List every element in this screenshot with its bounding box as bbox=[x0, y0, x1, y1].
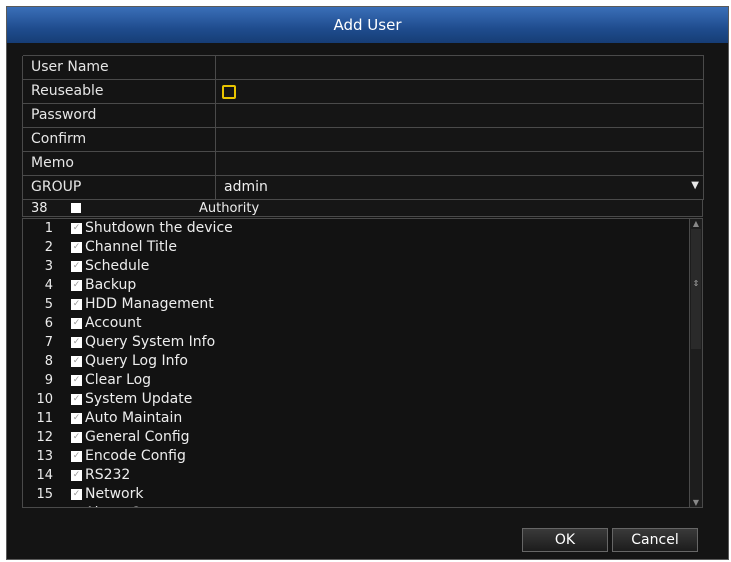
authority-row-number: 12 bbox=[36, 430, 53, 445]
authority-label: RS232 bbox=[85, 467, 131, 483]
scroll-up-icon[interactable]: ▲ bbox=[690, 219, 702, 228]
group-row: GROUP admin ▼ bbox=[23, 175, 704, 200]
authority-label: Backup bbox=[85, 277, 137, 293]
authority-checkbox[interactable]: ✓ bbox=[71, 375, 82, 386]
memo-row: Memo bbox=[23, 151, 704, 176]
scroll-grip-icon: ⇕ bbox=[692, 279, 700, 288]
authority-label: System Update bbox=[85, 391, 193, 407]
password-row: Password bbox=[23, 103, 704, 128]
select-all-checkbox[interactable] bbox=[71, 203, 81, 213]
authority-row[interactable]: 12 ✓ General Config bbox=[23, 428, 689, 447]
authority-row[interactable]: 8 ✓ Query Log Info bbox=[23, 352, 689, 371]
authority-row-number: 15 bbox=[36, 487, 53, 502]
reuseable-field bbox=[215, 80, 704, 103]
reuseable-checkbox[interactable] bbox=[222, 85, 236, 99]
authority-scrollbar[interactable]: ▲ ⇕ ▼ bbox=[689, 218, 703, 508]
authority-row[interactable]: 14 ✓ RS232 bbox=[23, 466, 689, 485]
authority-checkbox[interactable]: ✓ bbox=[71, 394, 82, 405]
authority-label: Channel Title bbox=[85, 239, 177, 255]
authority-checkbox[interactable]: ✓ bbox=[71, 451, 82, 462]
authority-checkbox[interactable]: ✓ bbox=[71, 413, 82, 424]
authority-row-number: 11 bbox=[36, 411, 53, 426]
authority-checkbox[interactable]: ✓ bbox=[71, 318, 82, 329]
authority-checkbox[interactable]: ✓ bbox=[71, 280, 82, 291]
authority-label: Alarm Out bbox=[85, 504, 156, 507]
authority-row-number: 16 bbox=[23, 504, 53, 507]
group-label: GROUP bbox=[31, 179, 82, 195]
group-select[interactable]: admin ▼ bbox=[215, 176, 704, 199]
authority-label: General Config bbox=[85, 429, 190, 445]
authority-row-number: 6 bbox=[44, 316, 53, 331]
authority-row[interactable]: 7 ✓ Query System Info bbox=[23, 333, 689, 352]
user-form: User Name Reuseable Password Confirm Mem… bbox=[22, 55, 704, 200]
password-input[interactable] bbox=[215, 104, 704, 127]
authority-label: Account bbox=[85, 315, 142, 331]
authority-row[interactable]: 4 ✓ Backup bbox=[23, 276, 689, 295]
dialog-title: Add User bbox=[7, 7, 728, 43]
memo-label: Memo bbox=[31, 155, 74, 171]
authority-row-number: 13 bbox=[36, 449, 53, 464]
authority-label: Clear Log bbox=[85, 372, 152, 388]
authority-checkbox[interactable]: ✓ bbox=[71, 432, 82, 443]
reuseable-row: Reuseable bbox=[23, 79, 704, 104]
authority-row-number: 4 bbox=[44, 278, 53, 293]
authority-row[interactable]: 6 ✓ Account bbox=[23, 314, 689, 333]
authority-checkbox[interactable]: ✓ bbox=[71, 356, 82, 367]
scroll-thumb[interactable] bbox=[691, 229, 701, 349]
authority-header: 38 Authority bbox=[22, 199, 703, 217]
authority-row[interactable]: 10 ✓ System Update bbox=[23, 390, 689, 409]
password-label: Password bbox=[31, 107, 97, 123]
authority-label: Query System Info bbox=[85, 334, 216, 350]
authority-label: Shutdown the device bbox=[85, 220, 233, 236]
authority-row-number: 10 bbox=[36, 392, 53, 407]
scroll-down-icon[interactable]: ▼ bbox=[690, 498, 702, 507]
authority-label: Schedule bbox=[85, 258, 150, 274]
authority-label: Encode Config bbox=[85, 448, 186, 464]
authority-row[interactable]: 9 ✓ Clear Log bbox=[23, 371, 689, 390]
confirm-label: Confirm bbox=[31, 131, 87, 147]
confirm-input[interactable] bbox=[215, 128, 704, 151]
authority-checkbox[interactable]: ✓ bbox=[71, 242, 82, 253]
authority-checkbox[interactable]: ✓ bbox=[71, 223, 82, 234]
authority-row-number: 7 bbox=[44, 335, 53, 350]
authority-row-number: 1 bbox=[44, 221, 53, 236]
authority-row-number: 14 bbox=[36, 468, 53, 483]
authority-checkbox[interactable]: ✓ bbox=[71, 337, 82, 348]
authority-row[interactable]: 15 ✓ Network bbox=[23, 485, 689, 504]
authority-label: Network bbox=[85, 486, 144, 502]
authority-row-number: 8 bbox=[44, 354, 53, 369]
user-name-input[interactable] bbox=[215, 56, 704, 79]
user-name-row: User Name bbox=[23, 55, 704, 80]
authority-row[interactable]: 3 ✓ Schedule bbox=[23, 257, 689, 276]
authority-checkbox[interactable]: ✓ bbox=[71, 489, 82, 500]
authority-checkbox[interactable]: ✓ bbox=[71, 261, 82, 272]
dropdown-arrow-icon[interactable]: ▼ bbox=[691, 176, 699, 196]
authority-row[interactable]: 13 ✓ Encode Config bbox=[23, 447, 689, 466]
authority-label: Auto Maintain bbox=[85, 410, 183, 426]
authority-row[interactable]: 11 ✓ Auto Maintain bbox=[23, 409, 689, 428]
authority-row[interactable]: 1 ✓ Shutdown the device bbox=[23, 219, 689, 238]
authority-row-number: 2 bbox=[44, 240, 53, 255]
cancel-button[interactable]: Cancel bbox=[612, 528, 698, 552]
confirm-row: Confirm bbox=[23, 127, 704, 152]
authority-checkbox[interactable]: ✓ bbox=[71, 299, 82, 310]
authority-header-label: Authority bbox=[199, 201, 260, 216]
authority-label: HDD Management bbox=[85, 296, 214, 312]
authority-row[interactable]: 5 ✓ HDD Management bbox=[23, 295, 689, 314]
authority-checkbox[interactable]: ✓ bbox=[71, 470, 82, 481]
memo-input[interactable] bbox=[215, 152, 704, 175]
ok-button[interactable]: OK bbox=[522, 528, 608, 552]
authority-row-number: 9 bbox=[44, 373, 53, 388]
authority-row[interactable]: 2 ✓ Channel Title bbox=[23, 238, 689, 257]
authority-count: 38 bbox=[31, 201, 48, 216]
user-name-label: User Name bbox=[31, 59, 109, 75]
authority-list[interactable]: 1 ✓ Shutdown the device 2 ✓ Channel Title 3 ✓ Sc… bbox=[22, 218, 689, 508]
authority-row[interactable]: 16✓Alarm Out bbox=[23, 504, 689, 507]
authority-label: Query Log Info bbox=[85, 353, 188, 369]
reuseable-label: Reuseable bbox=[31, 83, 104, 99]
authority-row-number: 5 bbox=[44, 297, 53, 312]
authority-row-number: 3 bbox=[44, 259, 53, 274]
group-value: admin bbox=[224, 179, 268, 195]
